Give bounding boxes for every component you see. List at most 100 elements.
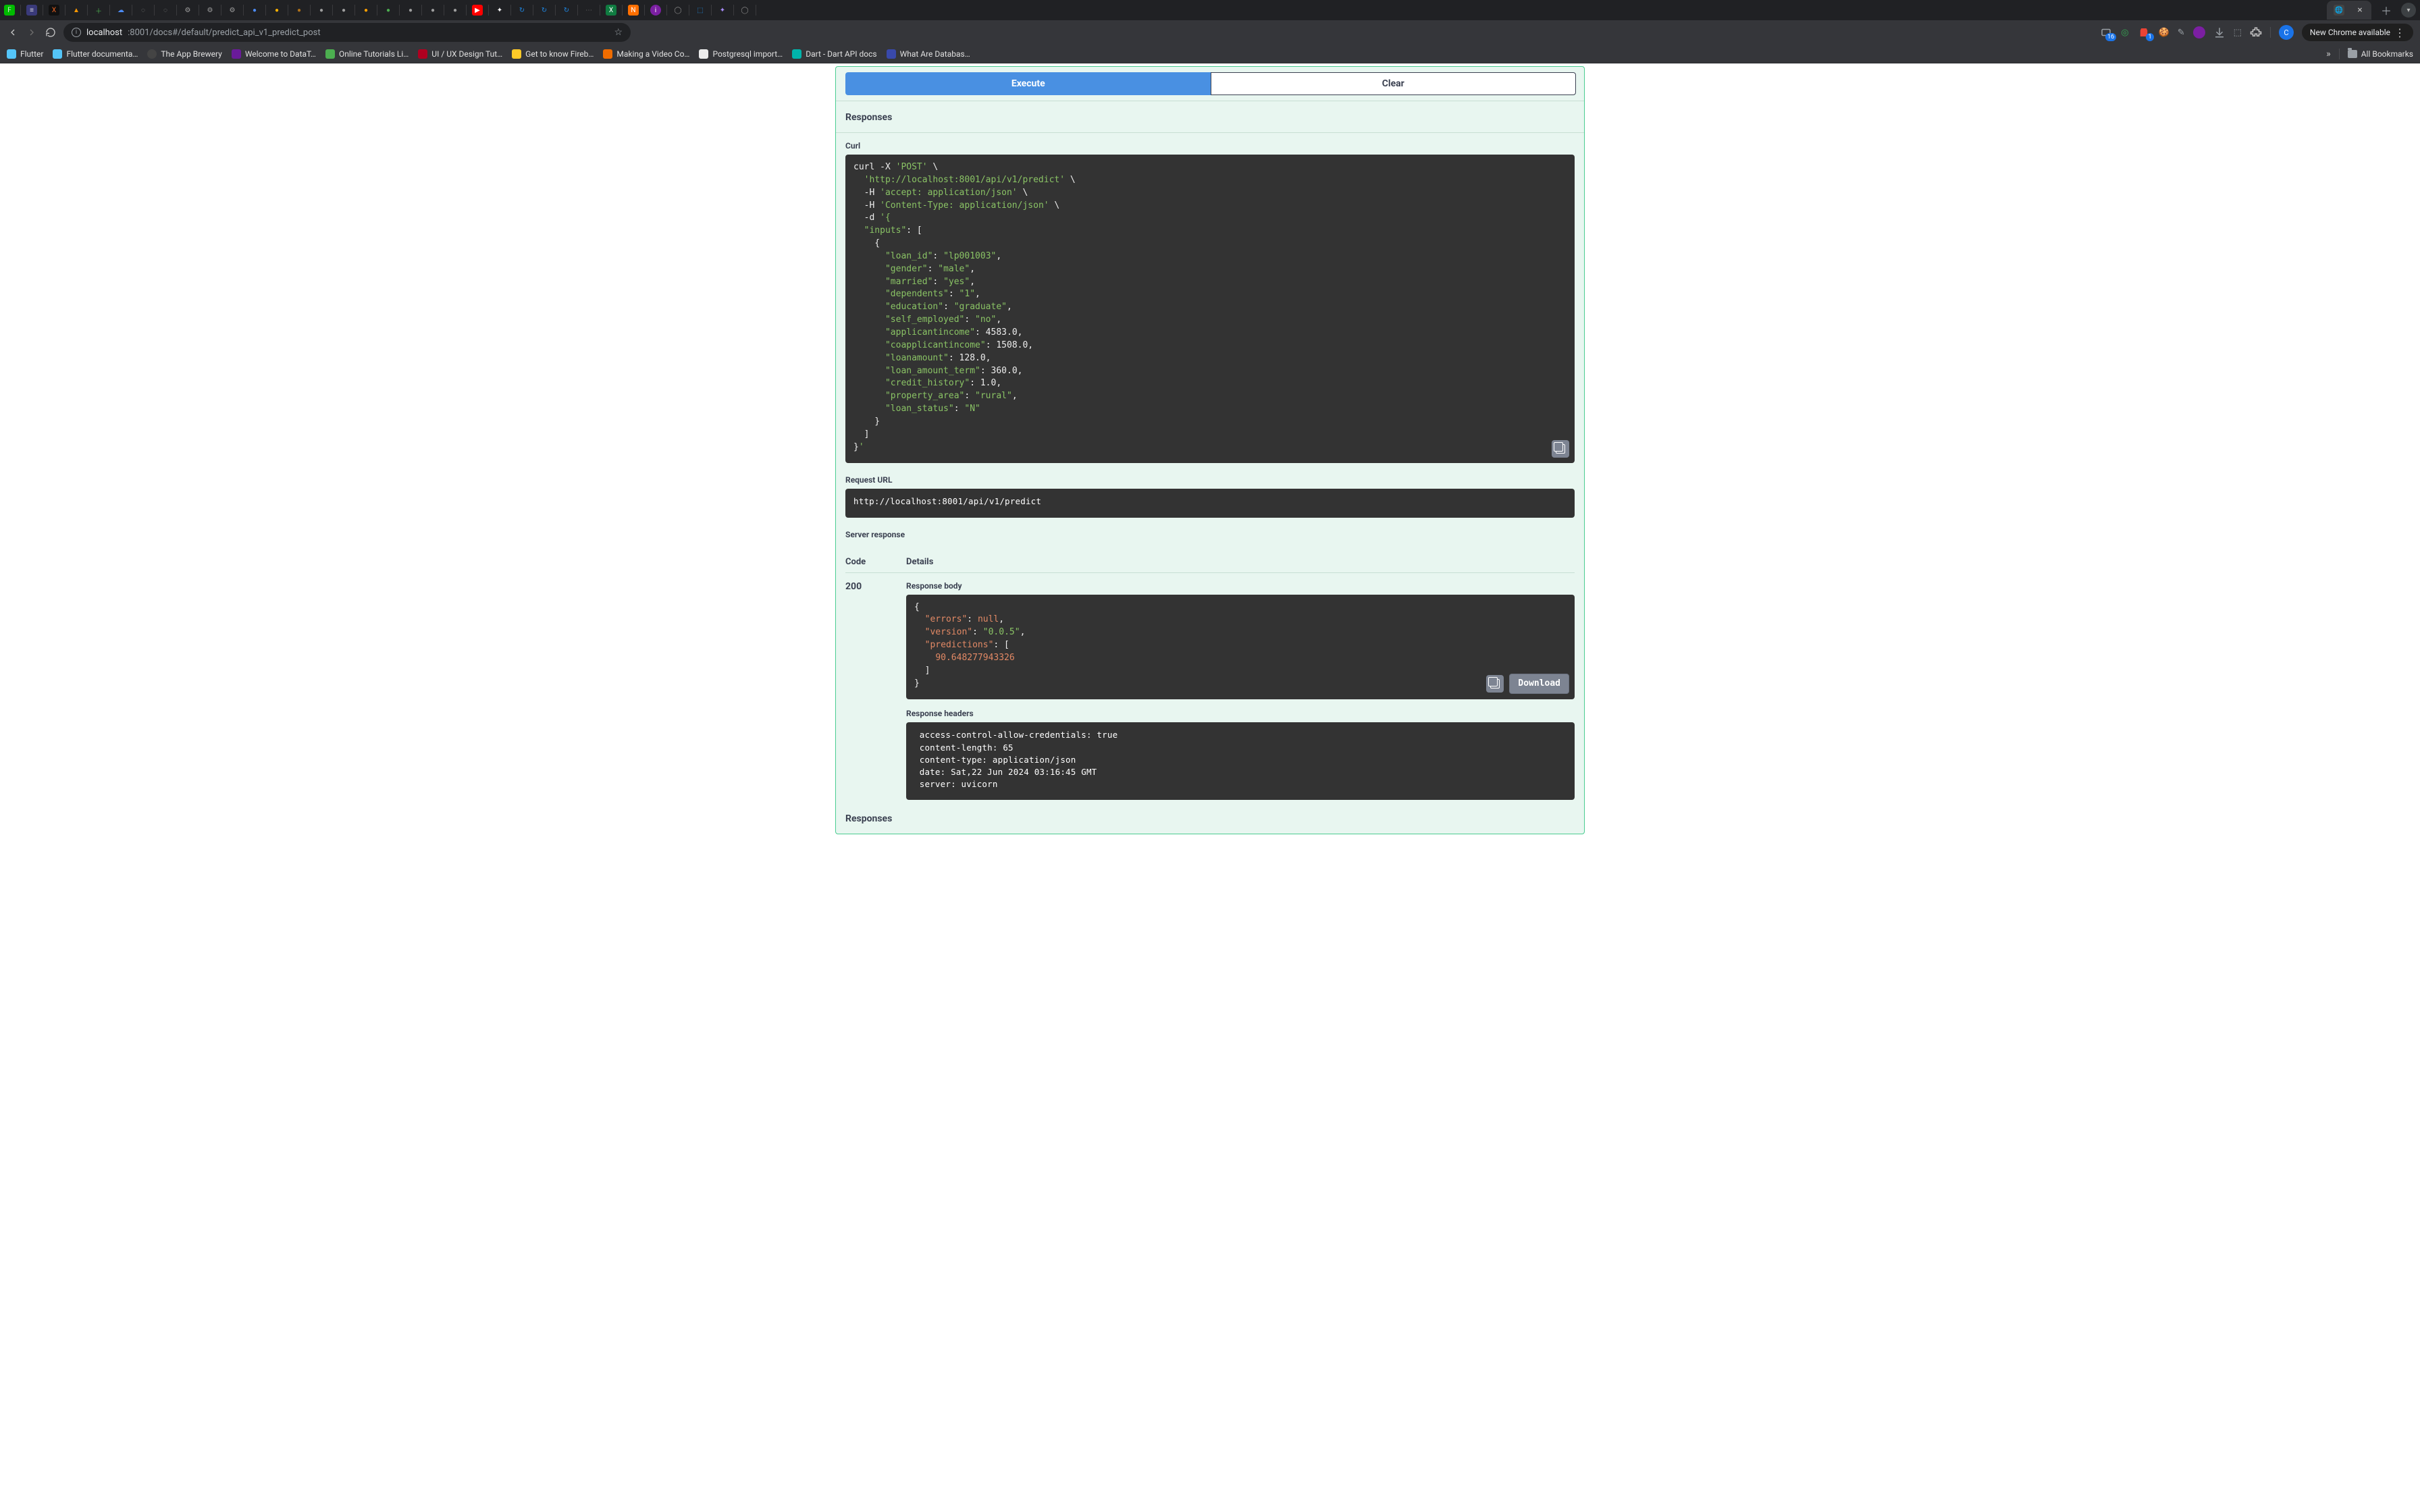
extensions-menu-icon[interactable] [2250, 26, 2262, 38]
tab-favicon[interactable]: ⚙ [205, 5, 215, 16]
extension-icon[interactable]: 🍪 [2159, 28, 2169, 38]
tab-favicon[interactable]: ● [249, 5, 260, 16]
tab-favicon[interactable]: ● [383, 5, 394, 16]
extension-icon[interactable]: ◎ [2121, 28, 2128, 38]
all-bookmarks-button[interactable]: All Bookmarks [2348, 49, 2413, 59]
copy-button[interactable] [1486, 675, 1504, 693]
downloads-icon[interactable] [2213, 26, 2226, 38]
tab-favicon[interactable]: ◌ [160, 5, 171, 16]
swagger-opblock: Execute Clear Responses Curl curl -X 'PO… [835, 66, 1585, 834]
extension-icon[interactable]: ⬚ [2234, 28, 2242, 38]
request-url-block[interactable]: http://localhost:8001/api/v1/predict [845, 489, 1575, 517]
close-icon[interactable]: × [2355, 5, 2365, 15]
tab-favicon[interactable]: ▶ [472, 5, 483, 16]
browser-tab-strip: F ≡ X ▲ ＋ ☁ ◌ ◌ ⚙ ⚙ ⚙ ● ● ● ● ● ● ● ● ● … [0, 0, 2420, 20]
details-column-header: Details [906, 557, 933, 567]
tab-favicon[interactable]: ● [450, 5, 461, 16]
download-button[interactable]: Download [1509, 674, 1569, 694]
bookmark-item[interactable]: Flutter [7, 49, 43, 59]
bookmark-item[interactable]: Dart - Dart API docs [792, 49, 876, 59]
server-response-label: Server response [845, 530, 1575, 539]
bookmark-item[interactable]: What Are Databas… [887, 49, 970, 59]
tab-favicon[interactable]: ▲ [71, 5, 82, 16]
tab-favicon[interactable]: ＋ [93, 5, 104, 16]
curl-code-block[interactable]: curl -X 'POST' \ 'http://localhost:8001/… [845, 155, 1575, 463]
bookmark-item[interactable]: Online Tutorials Li… [325, 49, 409, 59]
address-bar: i localhost :8001/docs#/default/predict_a… [0, 20, 2420, 45]
tab-favicon[interactable]: ● [405, 5, 416, 16]
shopping-badge: 1 [2146, 33, 2153, 41]
bookmarks-bar: Flutter Flutter documenta… The App Brewe… [0, 45, 2420, 63]
tab-favicon[interactable]: ◌ [138, 5, 149, 16]
tab-favicon[interactable]: ⚙ [182, 5, 193, 16]
bookmark-item[interactable]: UI / UX Design Tut… [418, 49, 502, 59]
new-chrome-pill[interactable]: New Chrome available ⋮ [2302, 24, 2413, 41]
reload-button[interactable] [45, 26, 57, 38]
active-tab[interactable]: 🌐 × [2327, 1, 2371, 20]
tab-favicon[interactable]: N [628, 5, 639, 16]
code-column-header: Code [845, 557, 879, 567]
tab-favicon[interactable]: ⋯ [583, 5, 594, 16]
omnibox[interactable]: i localhost :8001/docs#/default/predict_a… [63, 23, 631, 42]
page-viewport[interactable]: Execute Clear Responses Curl curl -X 'PO… [0, 63, 2420, 1512]
shopping-extension-icon[interactable]: 1 [2137, 26, 2151, 39]
tab-favicon[interactable]: ✦ [494, 5, 505, 16]
tab-favicon[interactable]: ↻ [539, 5, 550, 16]
new-tab-button[interactable]: ＋ [2377, 2, 2396, 18]
tab-favicon[interactable]: i [650, 5, 661, 16]
response-headers-label: Response headers [906, 709, 1575, 718]
tab-favicon[interactable]: ● [338, 5, 349, 16]
tab-favicon[interactable]: ☁ [115, 5, 126, 16]
tab-favicon[interactable]: ◯ [673, 5, 683, 16]
bookmarks-overflow-icon[interactable]: » [2326, 49, 2331, 59]
tab-favicon[interactable]: X [49, 5, 59, 16]
back-button[interactable] [7, 26, 19, 38]
copy-icon [1490, 679, 1500, 688]
curl-text: curl -X 'POST' \ 'http://localhost:8001/… [853, 161, 1567, 454]
responses-heading: Responses [836, 101, 1584, 133]
tab-favicon[interactable]: ● [361, 5, 371, 16]
clear-button[interactable]: Clear [1211, 72, 1577, 95]
response-headers-block[interactable]: access-control-allow-credentials: true c… [906, 722, 1575, 800]
extension-icon[interactable]: ✎ [2178, 28, 2185, 38]
bookmark-item[interactable]: The App Brewery [147, 49, 221, 59]
tab-favicon[interactable]: ≡ [26, 5, 37, 16]
bookmark-item[interactable]: Postgresql import… [699, 49, 783, 59]
bookmark-item[interactable]: Get to know Fireb… [512, 49, 594, 59]
extension-icon[interactable]: 16 [2099, 26, 2113, 39]
tab-favicon[interactable]: ● [427, 5, 438, 16]
response-body-block[interactable]: { "errors": null, "version": "0.0.5", "p… [906, 595, 1575, 700]
extension-badge-count: 16 [2105, 33, 2116, 41]
tab-favicon[interactable]: X [606, 5, 616, 16]
request-url-label: Request URL [845, 475, 1575, 485]
forward-button[interactable] [26, 26, 38, 38]
kebab-icon[interactable]: ⋮ [2394, 26, 2405, 39]
url-host: localhost [86, 28, 122, 38]
response-body-text: { "errors": null, "version": "0.0.5", "p… [914, 601, 1567, 691]
execute-button[interactable]: Execute [845, 72, 1211, 95]
extension-icon[interactable] [2193, 26, 2205, 38]
tab-favicon[interactable]: ● [294, 5, 305, 16]
tab-favicon[interactable]: ⬚ [695, 5, 706, 16]
globe-icon: 🌐 [2334, 5, 2344, 16]
tabs-dropdown-button[interactable]: ▾ [2401, 3, 2416, 18]
status-code: 200 [845, 581, 879, 592]
tab-favicon[interactable]: ● [271, 5, 282, 16]
tab-favicon[interactable]: ◯ [739, 5, 750, 16]
responses-footer: Responses [836, 800, 1584, 834]
tab-favicon[interactable]: F [4, 5, 15, 16]
tab-favicon[interactable]: ✦ [717, 5, 728, 16]
url-path: :8001/docs#/default/predict_api_v1_predi… [128, 28, 320, 38]
bookmark-star-icon[interactable]: ☆ [614, 27, 623, 38]
tab-favicon[interactable]: ↻ [517, 5, 527, 16]
tab-favicon[interactable]: ● [316, 5, 327, 16]
tab-favicon[interactable]: ⚙ [227, 5, 238, 16]
copy-button[interactable] [1552, 440, 1569, 458]
profile-avatar[interactable]: C [2279, 25, 2294, 40]
tab-favicon[interactable]: ↻ [561, 5, 572, 16]
bookmark-item[interactable]: Flutter documenta… [53, 49, 138, 59]
bookmark-item[interactable]: Making a Video Co… [603, 49, 689, 59]
response-body-label: Response body [906, 581, 1575, 591]
site-info-icon[interactable]: i [72, 28, 81, 37]
bookmark-item[interactable]: Welcome to DataT… [232, 49, 316, 59]
